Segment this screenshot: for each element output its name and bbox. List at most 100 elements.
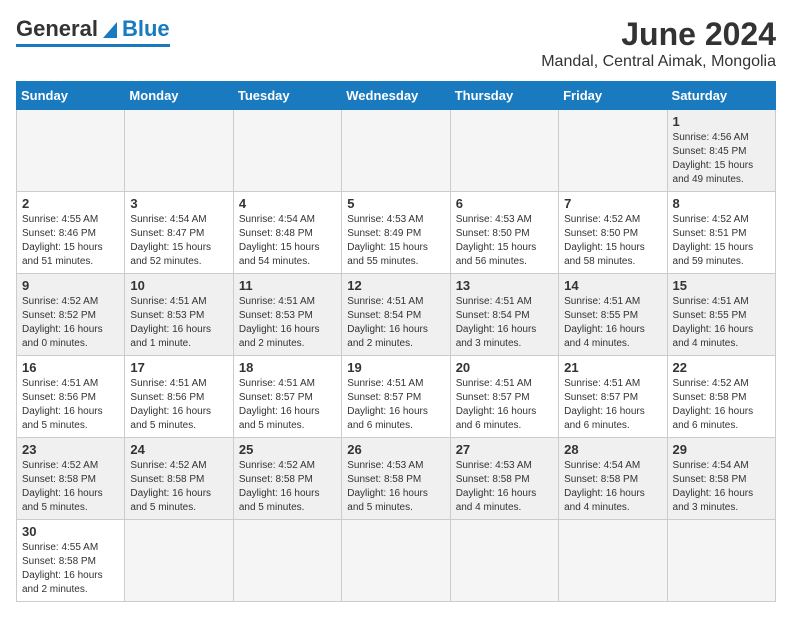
calendar-day-cell bbox=[233, 520, 341, 602]
calendar-day-cell: 13 Sunrise: 4:51 AM Sunset: 8:54 PM Dayli… bbox=[450, 274, 558, 356]
calendar-day-cell: 18 Sunrise: 4:51 AM Sunset: 8:57 PM Dayli… bbox=[233, 356, 341, 438]
day-info: Sunrise: 4:51 AM Sunset: 8:56 PM Dayligh… bbox=[130, 377, 227, 433]
day-info: Sunrise: 4:54 AM Sunset: 8:58 PM Dayligh… bbox=[564, 459, 661, 515]
calendar-subtitle: Mandal, Central Aimak, Mongolia bbox=[541, 53, 776, 71]
header: General Blue June 2024 Mandal, Central A… bbox=[16, 16, 776, 71]
day-number: 11 bbox=[239, 278, 336, 293]
day-number: 18 bbox=[239, 360, 336, 375]
logo: General Blue bbox=[16, 16, 170, 42]
calendar-day-cell bbox=[342, 520, 450, 602]
day-number: 9 bbox=[22, 278, 119, 293]
calendar-day-cell bbox=[125, 110, 233, 192]
header-saturday: Saturday bbox=[667, 82, 775, 110]
day-info: Sunrise: 4:54 AM Sunset: 8:58 PM Dayligh… bbox=[673, 459, 770, 515]
calendar-day-cell: 17 Sunrise: 4:51 AM Sunset: 8:56 PM Dayli… bbox=[125, 356, 233, 438]
header-thursday: Thursday bbox=[450, 82, 558, 110]
day-info: Sunrise: 4:52 AM Sunset: 8:58 PM Dayligh… bbox=[22, 459, 119, 515]
calendar-day-cell: 19Sunrise: 4:51 AM Sunset: 8:57 PM Dayli… bbox=[342, 356, 450, 438]
calendar-day-cell: 30Sunrise: 4:55 AM Sunset: 8:58 PM Dayli… bbox=[17, 520, 125, 602]
calendar-day-cell: 12Sunrise: 4:51 AM Sunset: 8:54 PM Dayli… bbox=[342, 274, 450, 356]
day-number: 28 bbox=[564, 442, 661, 457]
calendar-title: June 2024 bbox=[541, 16, 776, 53]
calendar-day-cell bbox=[559, 520, 667, 602]
day-info: Sunrise: 4:51 AM Sunset: 8:54 PM Dayligh… bbox=[456, 295, 553, 351]
day-number: 17 bbox=[130, 360, 227, 375]
calendar-day-cell bbox=[450, 520, 558, 602]
calendar-day-cell bbox=[125, 520, 233, 602]
calendar-week-row: 9 Sunrise: 4:52 AM Sunset: 8:52 PM Daylig… bbox=[17, 274, 776, 356]
day-number: 6 bbox=[456, 196, 553, 211]
day-number: 23 bbox=[22, 442, 119, 457]
day-number: 25 bbox=[239, 442, 336, 457]
calendar-day-cell: 24Sunrise: 4:52 AM Sunset: 8:58 PM Dayli… bbox=[125, 438, 233, 520]
day-number: 22 bbox=[673, 360, 770, 375]
calendar-day-cell: 7 Sunrise: 4:52 AM Sunset: 8:50 PM Daylig… bbox=[559, 192, 667, 274]
day-number: 7 bbox=[564, 196, 661, 211]
day-number: 2 bbox=[22, 196, 119, 211]
day-number: 27 bbox=[456, 442, 553, 457]
calendar-day-cell: 23 Sunrise: 4:52 AM Sunset: 8:58 PM Dayli… bbox=[17, 438, 125, 520]
calendar-day-cell: 10Sunrise: 4:51 AM Sunset: 8:53 PM Dayli… bbox=[125, 274, 233, 356]
calendar-day-cell bbox=[667, 520, 775, 602]
day-info: Sunrise: 4:51 AM Sunset: 8:57 PM Dayligh… bbox=[239, 377, 336, 433]
calendar-day-cell: 1Sunrise: 4:56 AM Sunset: 8:45 PM Daylig… bbox=[667, 110, 775, 192]
calendar-day-cell: 6 Sunrise: 4:53 AM Sunset: 8:50 PM Daylig… bbox=[450, 192, 558, 274]
header-tuesday: Tuesday bbox=[233, 82, 341, 110]
day-number: 16 bbox=[22, 360, 119, 375]
day-info: Sunrise: 4:55 AM Sunset: 8:46 PM Dayligh… bbox=[22, 213, 119, 269]
logo-triangle-icon bbox=[99, 18, 121, 40]
day-number: 12 bbox=[347, 278, 444, 293]
day-number: 14 bbox=[564, 278, 661, 293]
calendar-week-row: 1Sunrise: 4:56 AM Sunset: 8:45 PM Daylig… bbox=[17, 110, 776, 192]
day-info: Sunrise: 4:51 AM Sunset: 8:56 PM Dayligh… bbox=[22, 377, 119, 433]
logo-general-text: General bbox=[16, 16, 98, 42]
header-friday: Friday bbox=[559, 82, 667, 110]
day-number: 29 bbox=[673, 442, 770, 457]
calendar-table: Sunday Monday Tuesday Wednesday Thursday… bbox=[16, 81, 776, 602]
day-info: Sunrise: 4:51 AM Sunset: 8:57 PM Dayligh… bbox=[456, 377, 553, 433]
logo-blue-text: Blue bbox=[122, 16, 170, 42]
day-number: 3 bbox=[130, 196, 227, 211]
day-number: 30 bbox=[22, 524, 119, 539]
day-info: Sunrise: 4:53 AM Sunset: 8:49 PM Dayligh… bbox=[347, 213, 444, 269]
logo-area: General Blue bbox=[16, 16, 170, 47]
day-info: Sunrise: 4:53 AM Sunset: 8:58 PM Dayligh… bbox=[347, 459, 444, 515]
calendar-day-cell: 8Sunrise: 4:52 AM Sunset: 8:51 PM Daylig… bbox=[667, 192, 775, 274]
calendar-day-cell: 29 Sunrise: 4:54 AM Sunset: 8:58 PM Dayli… bbox=[667, 438, 775, 520]
calendar-day-cell: 14Sunrise: 4:51 AM Sunset: 8:55 PM Dayli… bbox=[559, 274, 667, 356]
header-monday: Monday bbox=[125, 82, 233, 110]
calendar-day-cell bbox=[559, 110, 667, 192]
calendar-day-cell: 3Sunrise: 4:54 AM Sunset: 8:47 PM Daylig… bbox=[125, 192, 233, 274]
page-container: General Blue June 2024 Mandal, Central A… bbox=[16, 16, 776, 602]
calendar-day-cell: 16 Sunrise: 4:51 AM Sunset: 8:56 PM Dayli… bbox=[17, 356, 125, 438]
weekday-header-row: Sunday Monday Tuesday Wednesday Thursday… bbox=[17, 82, 776, 110]
title-area: June 2024 Mandal, Central Aimak, Mongoli… bbox=[541, 16, 776, 71]
calendar-day-cell: 9 Sunrise: 4:52 AM Sunset: 8:52 PM Daylig… bbox=[17, 274, 125, 356]
calendar-day-cell: 15Sunrise: 4:51 AM Sunset: 8:55 PM Dayli… bbox=[667, 274, 775, 356]
calendar-day-cell: 2 Sunrise: 4:55 AM Sunset: 8:46 PM Daylig… bbox=[17, 192, 125, 274]
calendar-day-cell: 25 Sunrise: 4:52 AM Sunset: 8:58 PM Dayli… bbox=[233, 438, 341, 520]
day-number: 26 bbox=[347, 442, 444, 457]
day-info: Sunrise: 4:51 AM Sunset: 8:55 PM Dayligh… bbox=[673, 295, 770, 351]
day-info: Sunrise: 4:53 AM Sunset: 8:50 PM Dayligh… bbox=[456, 213, 553, 269]
day-info: Sunrise: 4:52 AM Sunset: 8:58 PM Dayligh… bbox=[673, 377, 770, 433]
calendar-day-cell: 11 Sunrise: 4:51 AM Sunset: 8:53 PM Dayli… bbox=[233, 274, 341, 356]
calendar-day-cell bbox=[17, 110, 125, 192]
day-number: 13 bbox=[456, 278, 553, 293]
day-number: 5 bbox=[347, 196, 444, 211]
day-info: Sunrise: 4:52 AM Sunset: 8:52 PM Dayligh… bbox=[22, 295, 119, 351]
day-number: 1 bbox=[673, 114, 770, 129]
calendar-week-row: 2 Sunrise: 4:55 AM Sunset: 8:46 PM Daylig… bbox=[17, 192, 776, 274]
day-number: 8 bbox=[673, 196, 770, 211]
calendar-day-cell: 28 Sunrise: 4:54 AM Sunset: 8:58 PM Dayli… bbox=[559, 438, 667, 520]
calendar-week-row: 16 Sunrise: 4:51 AM Sunset: 8:56 PM Dayli… bbox=[17, 356, 776, 438]
day-info: Sunrise: 4:52 AM Sunset: 8:58 PM Dayligh… bbox=[239, 459, 336, 515]
day-info: Sunrise: 4:54 AM Sunset: 8:48 PM Dayligh… bbox=[239, 213, 336, 269]
day-info: Sunrise: 4:52 AM Sunset: 8:50 PM Dayligh… bbox=[564, 213, 661, 269]
logo-divider bbox=[16, 44, 170, 47]
day-info: Sunrise: 4:53 AM Sunset: 8:58 PM Dayligh… bbox=[456, 459, 553, 515]
day-info: Sunrise: 4:51 AM Sunset: 8:57 PM Dayligh… bbox=[347, 377, 444, 433]
calendar-week-row: 30Sunrise: 4:55 AM Sunset: 8:58 PM Dayli… bbox=[17, 520, 776, 602]
calendar-day-cell: 5 Sunrise: 4:53 AM Sunset: 8:49 PM Daylig… bbox=[342, 192, 450, 274]
day-info: Sunrise: 4:51 AM Sunset: 8:53 PM Dayligh… bbox=[239, 295, 336, 351]
